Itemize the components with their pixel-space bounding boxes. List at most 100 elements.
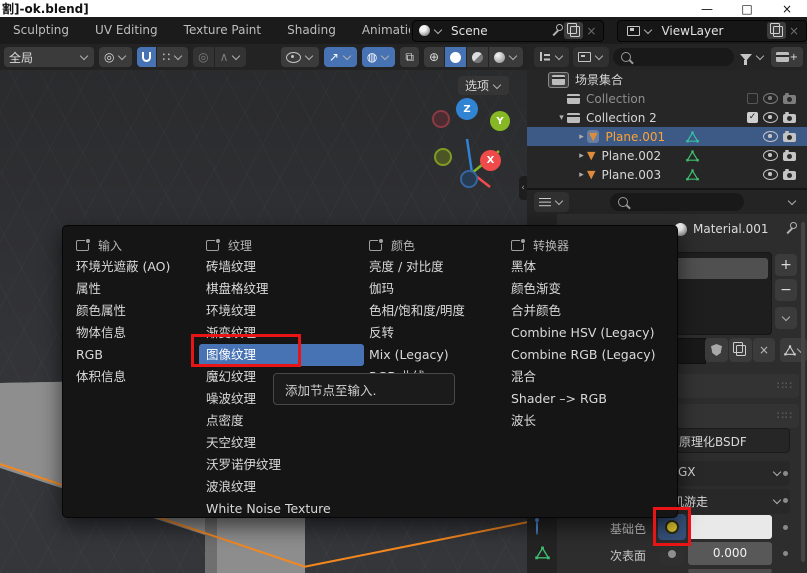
viewport-options-dropdown[interactable]: 选项: [458, 76, 509, 95]
menu-item[interactable]: White Noise Texture: [206, 498, 364, 520]
unlink-scene-icon[interactable]: ×: [583, 24, 599, 38]
tab-physics[interactable]: [536, 520, 538, 534]
viewlayer-selector[interactable]: ViewLayer ×: [617, 20, 807, 42]
properties-scrollbar[interactable]: [801, 222, 805, 562]
menu-item[interactable]: 伽玛: [369, 278, 465, 300]
menu-item[interactable]: 环境光遮蔽 (AO): [76, 256, 170, 278]
viewlayer-browse-icon[interactable]: [622, 26, 655, 36]
menu-item[interactable]: Mix (Legacy): [369, 344, 465, 366]
proportional-falloff-dropdown[interactable]: ∧: [215, 47, 247, 67]
gizmo-axis-x[interactable]: X: [480, 150, 501, 171]
menu-item[interactable]: 沃罗诺伊纹理: [206, 454, 364, 476]
outliner-row-collection[interactable]: Collection: [527, 89, 807, 108]
show-gizmo-dropdown[interactable]: [281, 47, 319, 67]
outliner-search-input[interactable]: [613, 48, 734, 66]
gizmo-axis-y-neg[interactable]: [434, 148, 452, 166]
menu-item[interactable]: 颜色渐变: [511, 278, 656, 300]
menu-item[interactable]: 黑体: [511, 256, 656, 278]
workspace-tab-2[interactable]: Texture Paint: [171, 17, 274, 44]
properties-editor-dropdown[interactable]: [534, 192, 569, 212]
properties-options-chevron[interactable]: [788, 197, 796, 205]
menu-item[interactable]: 颜色属性: [76, 300, 170, 322]
disclosure-triangle[interactable]: ▸: [576, 132, 587, 142]
menu-item[interactable]: 亮度 / 对比度: [369, 256, 465, 278]
menu-item[interactable]: 波长: [511, 410, 656, 432]
menu-item[interactable]: 物体信息: [76, 322, 170, 344]
subsurface-value-field[interactable]: 0.000: [688, 542, 772, 565]
menu-item[interactable]: 混合: [511, 366, 656, 388]
shading-wireframe-button[interactable]: ⊕: [424, 47, 444, 67]
shading-rendered-button[interactable]: [489, 47, 523, 67]
close-button[interactable]: ×: [767, 2, 807, 16]
gizmo-axis-z-neg[interactable]: [460, 170, 478, 188]
scene-browse-icon[interactable]: [417, 25, 445, 36]
shading-solid-button[interactable]: [445, 47, 466, 67]
scene-selector[interactable]: Scene ×: [412, 20, 604, 42]
menu-item[interactable]: Combine RGB (Legacy): [511, 344, 656, 366]
proportional-edit-toggle[interactable]: ◎: [193, 47, 213, 67]
breadcrumb-material-name[interactable]: Material.001: [693, 222, 768, 236]
menu-item[interactable]: 色相/饱和度/明度: [369, 300, 465, 322]
gizmo-axis-x-neg[interactable]: [432, 110, 450, 128]
duplicate-material-button[interactable]: [729, 338, 752, 362]
properties-search-input[interactable]: [610, 193, 744, 211]
render-camera-icon[interactable]: [783, 133, 796, 142]
outliner-row-object[interactable]: ▸ ▼ Plane.003: [527, 165, 807, 184]
disclosure-triangle[interactable]: ▸: [576, 151, 587, 161]
transform-orientation-dropdown[interactable]: 全局: [4, 47, 94, 67]
new-collection-button[interactable]: +: [771, 47, 803, 67]
exclude-checkbox[interactable]: [747, 93, 758, 104]
menu-item[interactable]: 反转: [369, 322, 465, 344]
sidebar-collapse-arrow[interactable]: ‹: [519, 176, 527, 200]
hide-eye-icon[interactable]: [763, 131, 778, 142]
pivot-point-dropdown[interactable]: ◎: [99, 47, 132, 67]
tab-object-data[interactable]: [535, 546, 550, 563]
scene-name[interactable]: Scene: [445, 24, 551, 38]
remove-slot-button[interactable]: −: [775, 279, 797, 301]
workspace-tab-0[interactable]: Sculpting: [0, 17, 82, 44]
workspace-tab-1[interactable]: UV Editing: [82, 17, 171, 44]
workspace-tab-4[interactable]: Animation: [349, 17, 410, 44]
xray-toggle-button[interactable]: ⧉: [400, 47, 419, 67]
outliner-row-collection[interactable]: ▾ Collection 2: [527, 108, 807, 127]
menu-item[interactable]: RGB: [76, 344, 170, 366]
disclosure-triangle[interactable]: ▾: [556, 113, 567, 123]
remove-viewlayer-icon[interactable]: ×: [786, 24, 802, 38]
new-scene-button[interactable]: [564, 22, 583, 39]
base-color-swatch[interactable]: [688, 515, 772, 539]
new-viewlayer-button[interactable]: [767, 22, 786, 39]
outliner-filter-dropdown[interactable]: [738, 53, 767, 61]
outliner-display-mode-dropdown[interactable]: [534, 47, 569, 67]
menu-item[interactable]: 砖墙纹理: [206, 256, 364, 278]
fake-user-button[interactable]: [705, 338, 728, 362]
workspace-tab-3[interactable]: Shading: [274, 17, 349, 44]
render-camera-icon[interactable]: [783, 95, 796, 104]
add-slot-button[interactable]: +: [775, 254, 797, 276]
overlays-toggle-dropdown[interactable]: ◍: [362, 47, 395, 67]
snap-target-dropdown[interactable]: ∷: [157, 47, 188, 67]
unlink-material-button[interactable]: ×: [753, 338, 775, 362]
outliner-panel[interactable]: 场景集合 Collection ▾ Collection 2 ▸ ▼ Plane…: [527, 70, 807, 188]
menu-item[interactable]: 环境纹理: [206, 300, 364, 322]
hide-eye-icon[interactable]: [763, 150, 778, 161]
hide-eye-icon[interactable]: [763, 93, 778, 104]
outliner-row-scene-collection[interactable]: 场景集合: [527, 70, 807, 89]
outliner-row-object[interactable]: ▸ ▼ Plane.001: [527, 127, 807, 146]
pin-icon[interactable]: [551, 24, 564, 37]
exclude-checkbox[interactable]: [747, 112, 758, 123]
add-node-menu[interactable]: 输入 环境光遮蔽 (AO)属性颜色属性物体信息RGB体积信息 纹理 砖墙纹理棋盘…: [62, 225, 678, 518]
menu-item[interactable]: 天空纹理: [206, 432, 364, 454]
gizmo-axis-y[interactable]: Y: [490, 111, 510, 131]
render-camera-icon[interactable]: [783, 171, 796, 180]
outliner-filter-id-dropdown[interactable]: [573, 47, 609, 67]
maximize-button[interactable]: □: [727, 2, 767, 16]
menu-item[interactable]: Shader –> RGB: [511, 388, 656, 410]
slot-specials-dropdown[interactable]: [775, 307, 797, 329]
hide-eye-icon[interactable]: [763, 112, 778, 123]
menu-item[interactable]: 属性: [76, 278, 170, 300]
shading-material-button[interactable]: [467, 47, 488, 67]
render-camera-icon[interactable]: [783, 152, 796, 161]
outliner-row-object[interactable]: ▸ ▼ Plane.002: [527, 146, 807, 165]
minimize-button[interactable]: —: [687, 2, 727, 16]
menu-item[interactable]: 棋盘格纹理: [206, 278, 364, 300]
